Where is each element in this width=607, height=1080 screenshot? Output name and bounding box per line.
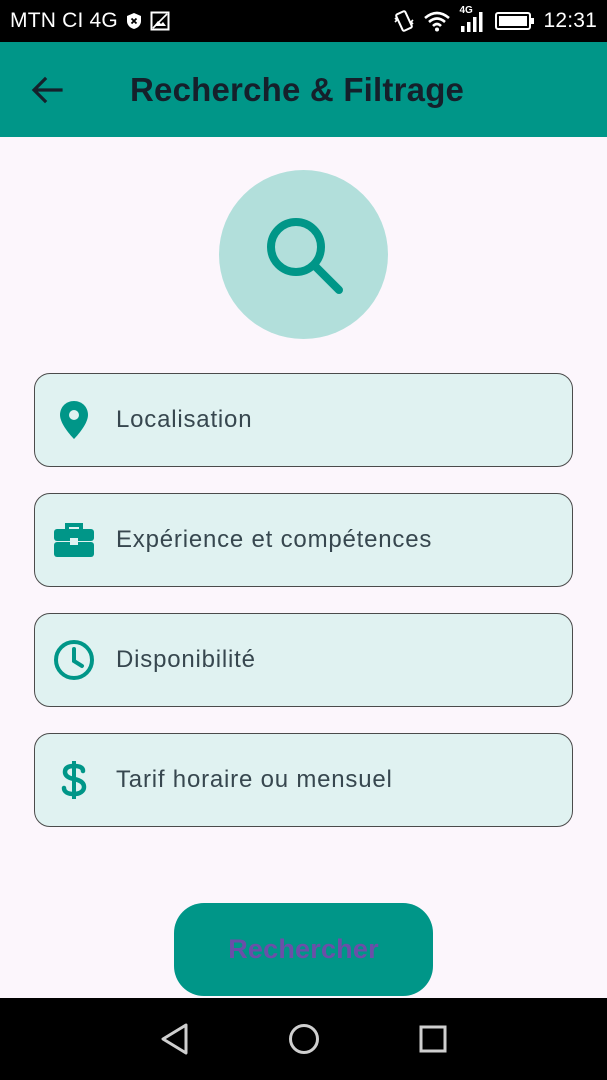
back-triangle-icon: [160, 1023, 190, 1055]
search-icon: [259, 210, 349, 300]
location-pin-icon: [52, 398, 96, 442]
filter-rate-label: Tarif horaire ou mensuel: [116, 766, 393, 793]
carrier-label: MTN CI 4G: [10, 9, 118, 32]
nav-home-button[interactable]: [274, 1009, 334, 1069]
recents-square-icon: [419, 1025, 447, 1053]
dollar-icon: [52, 758, 96, 802]
wifi-icon: [423, 10, 451, 32]
status-bar: MTN CI 4G 4G 12:31: [0, 0, 607, 42]
search-button-label: Rechercher: [228, 934, 379, 964]
page-title: Recherche & Filtrage: [130, 70, 465, 108]
back-button[interactable]: [12, 55, 82, 125]
image-icon: [150, 11, 170, 31]
filter-experience[interactable]: Expérience et compétences: [34, 493, 573, 587]
search-hero-circle: [219, 170, 388, 339]
app-bar: Recherche & Filtrage: [0, 42, 607, 137]
home-circle-icon: [288, 1023, 320, 1055]
status-bar-right: 4G 12:31: [393, 5, 597, 33]
app-screen: MTN CI 4G 4G 12:31 Recherche & Filtrage …: [0, 0, 607, 1080]
filter-experience-label: Expérience et compétences: [116, 526, 433, 553]
signal-icon: 4G: [459, 5, 487, 33]
filter-rate[interactable]: Tarif horaire ou mensuel: [34, 733, 573, 827]
system-nav-bar: [0, 998, 607, 1080]
filter-location[interactable]: Localisation: [34, 373, 573, 467]
network-type-label: 4G: [459, 5, 473, 16]
filter-availability-label: Disponibilité: [116, 646, 256, 673]
clock-time: 12:31: [543, 9, 597, 32]
vibrate-icon: [393, 9, 415, 33]
battery-icon: [495, 11, 535, 31]
filter-availability[interactable]: Disponibilité: [34, 613, 573, 707]
shield-x-icon: [126, 12, 142, 30]
clock-icon: [52, 638, 96, 682]
filter-location-label: Localisation: [116, 406, 253, 433]
status-bar-left: MTN CI 4G: [10, 9, 170, 33]
search-button[interactable]: Rechercher: [174, 903, 433, 996]
filter-list: Localisation Expérience et compétences D…: [34, 373, 574, 853]
briefcase-icon: [52, 518, 96, 562]
arrow-left-icon: [30, 75, 64, 105]
nav-back-button[interactable]: [145, 1009, 205, 1069]
nav-recents-button[interactable]: [403, 1009, 463, 1069]
